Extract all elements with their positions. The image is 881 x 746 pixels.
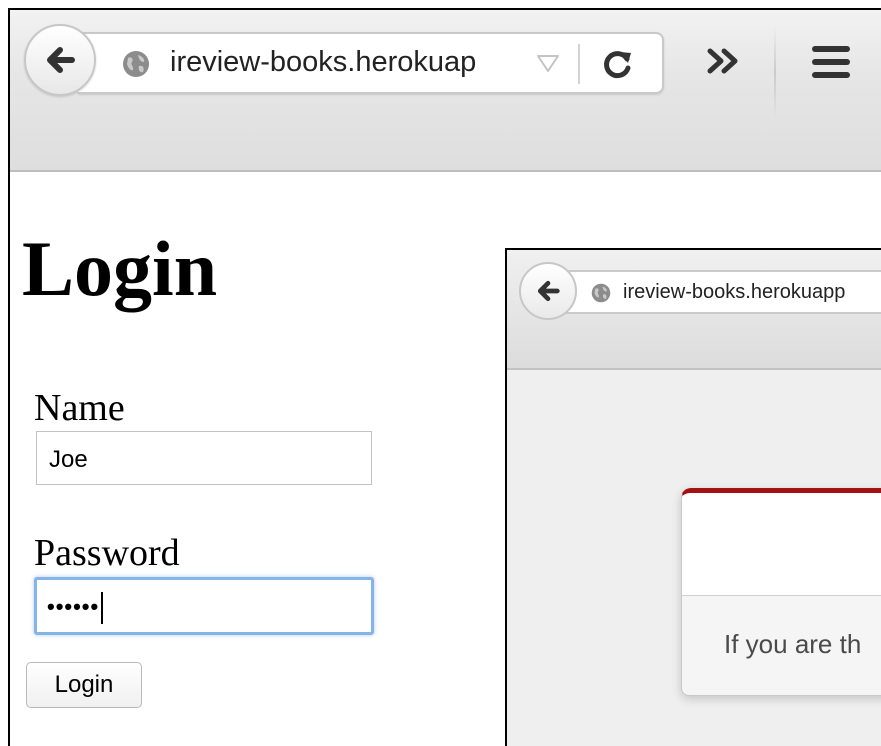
dropdown-triangle-icon[interactable] (536, 52, 560, 74)
urlbar-divider (578, 44, 580, 84)
url-text[interactable]: ireview-books.herokuap (170, 46, 530, 79)
chevron-double-right-icon[interactable] (706, 46, 742, 76)
password-label: Password (34, 532, 180, 574)
name-label: Name (34, 387, 125, 429)
password-input[interactable]: •••••• (34, 577, 374, 635)
globe-icon (123, 51, 149, 77)
auth-dialog-header (682, 493, 881, 596)
password-masked-value: •••••• (47, 593, 100, 619)
page-title: Login (22, 225, 218, 312)
globe-icon (591, 283, 611, 303)
back-arrow-icon (47, 47, 75, 73)
inset-url-text[interactable]: ireview-books.herokuapp (623, 281, 845, 304)
name-input[interactable]: Joe (36, 431, 372, 485)
login-button[interactable]: Login (26, 662, 142, 708)
toolbar-divider (774, 26, 776, 118)
inset-browser-window: ireview-books.herokuapp If you are th (505, 248, 881, 746)
browser-toolbar: ireview-books.herokuap (10, 10, 881, 172)
back-arrow-icon (537, 280, 560, 302)
inset-back-button[interactable] (519, 262, 577, 320)
back-button[interactable] (24, 24, 96, 96)
hamburger-menu-icon[interactable] (808, 42, 854, 82)
auth-dialog-message: If you are th (724, 629, 862, 659)
auth-dialog: If you are th (681, 488, 881, 696)
address-bar[interactable]: ireview-books.herokuap (78, 32, 664, 94)
inset-browser-toolbar: ireview-books.herokuapp (507, 250, 881, 370)
reload-icon[interactable] (600, 46, 636, 82)
inset-address-bar[interactable]: ireview-books.herokuapp (561, 270, 881, 314)
text-caret (101, 592, 104, 624)
